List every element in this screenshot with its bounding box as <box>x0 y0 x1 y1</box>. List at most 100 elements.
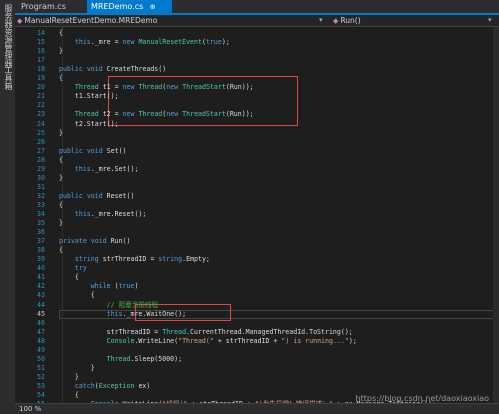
code-line[interactable]: Console.WriteLine("Thread(" + strThreadI… <box>59 337 357 346</box>
code-line[interactable]: } <box>59 47 63 56</box>
code-line[interactable]: public void Reset() <box>59 192 134 201</box>
line-number: 49 <box>37 345 45 354</box>
code-token: { <box>59 391 79 399</box>
line-number: 19 <box>37 74 45 83</box>
code-line[interactable]: } <box>59 364 95 373</box>
line-number: 41 <box>37 273 45 282</box>
code-line[interactable]: // 阻塞当前线程 <box>59 301 158 310</box>
code-line[interactable]: catch(Exception ex) <box>59 382 150 391</box>
code-line[interactable]: Thread.Sleep(5000); <box>59 355 182 364</box>
code-token: Thread <box>74 110 99 119</box>
code-line[interactable]: { <box>59 246 63 255</box>
line-number: 40 <box>37 264 45 273</box>
code-line[interactable]: { <box>59 291 95 300</box>
code-token: t1 = <box>98 83 123 92</box>
code-token: strThreadID = <box>98 255 159 264</box>
type-dropdown[interactable]: ◆ ManualResetEventDemo.MREDemo ▾ <box>17 15 323 26</box>
code-line[interactable]: t2.Start(); <box>59 120 119 129</box>
tab-mredemo-cs[interactable]: MREDemo.cs ⊕ ✕ <box>87 0 172 25</box>
code-line[interactable]: } <box>59 129 63 138</box>
code-token: (Run)); <box>225 110 254 119</box>
server-explorer-tab[interactable]: 服务器资源管理器 <box>3 4 14 68</box>
code-line[interactable]: strThreadID = Thread.CurrentThread.Manag… <box>59 328 353 337</box>
code-line[interactable]: string strThreadID = string.Empty; <box>59 255 210 264</box>
code-token: ); <box>348 336 357 345</box>
code-token: new <box>166 110 179 119</box>
code-line[interactable]: Thread t2 = new Thread(new ThreadStart(R… <box>59 110 254 119</box>
code-line[interactable]: t1.Start(); <box>59 92 119 101</box>
code-line[interactable]: public void Set() <box>59 147 127 156</box>
line-number: 18 <box>37 65 45 74</box>
line-number: 23 <box>37 110 45 119</box>
code-token: { <box>59 246 63 255</box>
code-token: new <box>122 38 135 47</box>
code-token: CreateThreads() <box>102 65 167 74</box>
code-token: ._mre.Set(); <box>90 164 139 173</box>
line-number: 22 <box>37 101 45 110</box>
code-line[interactable]: { <box>59 156 63 165</box>
code-line[interactable]: } <box>59 219 63 228</box>
line-number: 33 <box>37 200 45 209</box>
line-number: 29 <box>37 164 45 173</box>
code-token: // 阻塞当前线程 <box>106 300 159 309</box>
line-number: 35 <box>37 219 45 228</box>
code-line[interactable]: this._mre.WaitOne(); <box>59 310 186 319</box>
code-line[interactable]: } <box>59 373 79 382</box>
zoom-level[interactable]: 100 % <box>19 404 41 414</box>
line-number: 38 <box>37 246 45 255</box>
code-token: { <box>59 155 63 164</box>
code-line[interactable]: { <box>59 29 63 38</box>
code-token: private <box>59 237 87 246</box>
code-line[interactable]: } <box>59 174 63 183</box>
code-line[interactable]: this._mre.Reset(); <box>59 210 146 219</box>
code-line[interactable]: private void Run() <box>59 237 131 246</box>
code-token: Reset() <box>102 191 135 200</box>
code-line[interactable]: Thread t1 = new Thread(new ThreadStart(R… <box>59 83 254 92</box>
toolbox-tab[interactable]: 工具箱 <box>3 66 14 90</box>
line-number: 53 <box>37 381 45 390</box>
code-line[interactable]: { <box>59 74 63 83</box>
code-token: Set() <box>102 146 127 155</box>
code-token: { <box>59 291 95 300</box>
code-token: Thread <box>74 83 99 92</box>
line-number: 28 <box>37 155 45 164</box>
code-line[interactable]: this._mre = new ManualResetEvent(true); <box>59 38 230 47</box>
code-token: void <box>86 191 103 200</box>
code-token: ") is running..." <box>281 336 349 345</box>
type-dropdown-label: ManualResetEventDemo.MREDemo <box>24 16 158 25</box>
member-dropdown[interactable]: ◆ Run() ▾ <box>333 15 493 26</box>
code-line[interactable]: { <box>59 201 63 210</box>
code-token: Thread <box>138 110 163 119</box>
line-number: 39 <box>37 255 45 264</box>
code-token: public <box>59 146 83 155</box>
code-token: Run() <box>106 237 131 246</box>
code-editor[interactable]: 14{15 this._mre = new ManualResetEvent(t… <box>15 27 499 403</box>
code-line[interactable]: { <box>59 273 79 282</box>
code-token: strThreadID = <box>59 327 163 336</box>
tab-program-cs[interactable]: Program.cs <box>17 0 87 13</box>
code-line[interactable]: while (true) <box>59 282 139 291</box>
line-number: 14 <box>37 29 45 37</box>
code-token: string <box>158 255 183 264</box>
code-token: new <box>166 83 179 92</box>
code-token: .WriteLine( <box>134 336 179 345</box>
pin-icon[interactable]: ⊕ <box>150 3 156 11</box>
code-token: .CurrentThread.ManagedThreadId.ToString(… <box>186 327 353 336</box>
code-line[interactable]: { <box>59 391 79 400</box>
code-token: ManualResetEvent <box>138 38 202 47</box>
code-token: this <box>106 309 123 318</box>
code-token: try <box>74 264 87 273</box>
code-line[interactable]: try <box>59 264 87 273</box>
vertical-scrollbar[interactable] <box>493 27 499 403</box>
class-icon: ◆ <box>17 17 23 25</box>
tab-label: Program.cs <box>21 2 66 11</box>
code-token: new <box>122 110 135 119</box>
code-line[interactable]: this._mre.Set(); <box>59 164 139 174</box>
code-token: ThreadStart <box>182 110 226 119</box>
code-token: this <box>74 38 91 47</box>
method-icon: ◆ <box>333 17 339 25</box>
code-line[interactable]: public void CreateThreads() <box>59 65 166 74</box>
code-token: ._mre = <box>90 38 123 47</box>
